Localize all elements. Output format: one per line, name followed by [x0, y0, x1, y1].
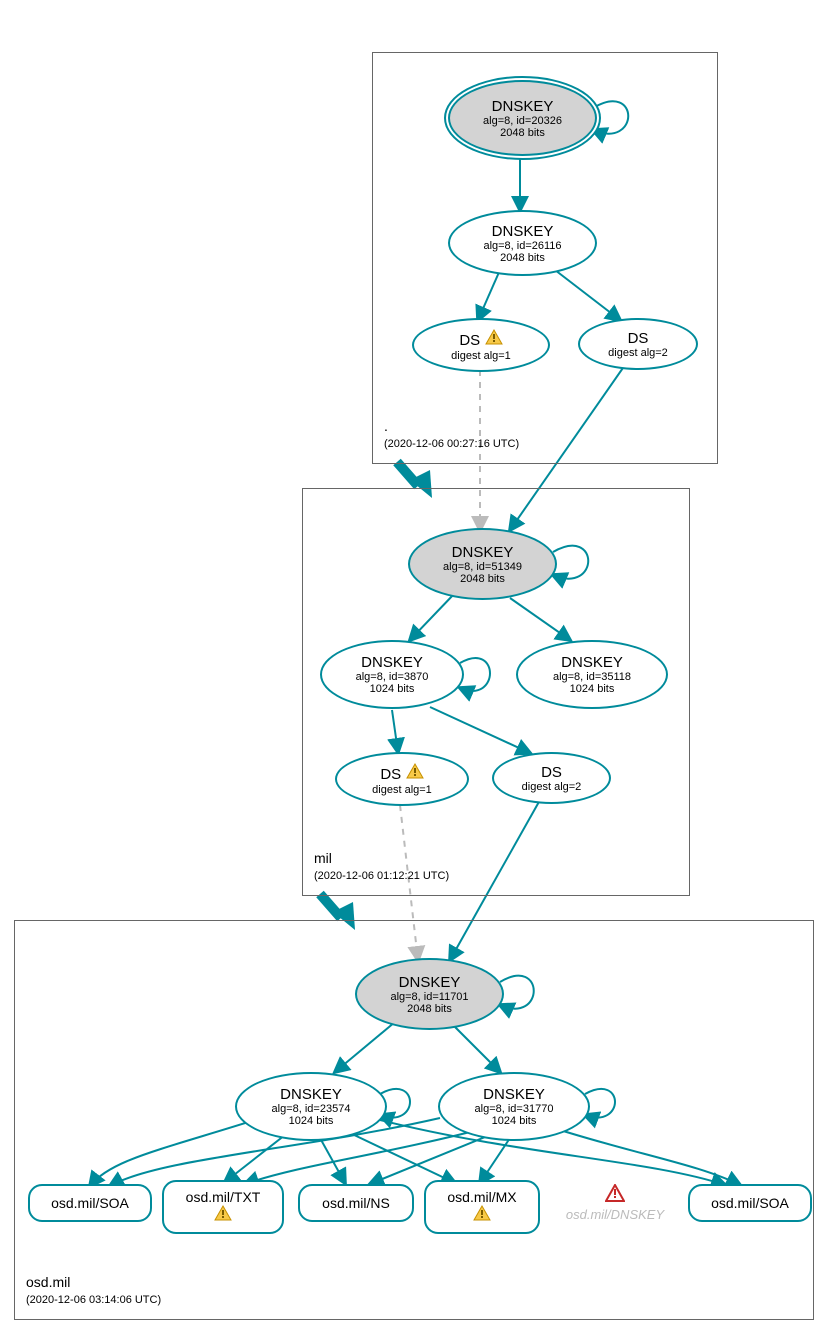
dnskey-alg: alg=8, id=31770: [475, 1103, 554, 1115]
ds-digest: digest alg=1: [451, 350, 511, 362]
zone-osd-time: (2020-12-06 03:14:06 UTC): [26, 1294, 161, 1306]
error-icon: [605, 1184, 625, 1206]
node-rr-soa2: osd.mil/SOA: [688, 1184, 812, 1222]
zone-osd-name: osd.mil: [26, 1274, 70, 1290]
ds-label: DS: [541, 764, 562, 781]
rr-label: osd.mil/NS: [322, 1195, 390, 1211]
dnskey-alg: alg=8, id=35118: [553, 671, 631, 683]
zone-root-time: (2020-12-06 00:27:16 UTC): [384, 438, 519, 450]
warning-icon: [485, 329, 503, 349]
dnskey-label: DNSKEY: [483, 1086, 545, 1103]
dnskey-alg: alg=8, id=3870: [356, 671, 429, 683]
dnskey-alg: alg=8, id=26116: [483, 240, 561, 252]
node-rr-ns: osd.mil/NS: [298, 1184, 414, 1222]
zone-mil-name: mil: [314, 850, 332, 866]
dnskey-label: DNSKEY: [492, 98, 554, 115]
node-root-zsk: DNSKEY alg=8, id=26116 2048 bits: [448, 210, 597, 276]
ds-label: DS: [459, 332, 480, 349]
dnskey-bits: 2048 bits: [500, 127, 545, 139]
dnskey-bits: 1024 bits: [492, 1115, 537, 1127]
node-osd-ksk: DNSKEY alg=8, id=11701 2048 bits: [355, 958, 504, 1030]
warning-icon: [406, 763, 424, 783]
warning-icon: [473, 1205, 491, 1225]
node-mil-ds2: DS digest alg=2: [492, 752, 611, 804]
ds-label: DS: [380, 766, 401, 783]
ds-digest: digest alg=2: [608, 347, 668, 359]
dnskey-bits: 2048 bits: [407, 1003, 452, 1015]
zone-mil-time: (2020-12-06 01:12:21 UTC): [314, 870, 449, 882]
node-mil-zsk1: DNSKEY alg=8, id=3870 1024 bits: [320, 640, 464, 709]
dnskey-label: DNSKEY: [399, 974, 461, 991]
dnskey-alg: alg=8, id=20326: [483, 115, 562, 127]
node-root-ds1: DS digest alg=1: [412, 318, 550, 372]
zone-root-name: .: [384, 418, 388, 434]
dnskey-alg: alg=8, id=51349: [443, 561, 522, 573]
node-mil-ds1: DS digest alg=1: [335, 752, 469, 806]
dnskey-label: DNSKEY: [361, 654, 423, 671]
node-root-ksk: DNSKEY alg=8, id=20326 2048 bits: [448, 80, 597, 156]
node-osd-zsk2: DNSKEY alg=8, id=31770 1024 bits: [438, 1072, 590, 1141]
dnskey-bits: 2048 bits: [460, 573, 505, 585]
dnskey-label: DNSKEY: [452, 544, 514, 561]
dnskey-bits: 2048 bits: [500, 252, 545, 264]
node-rr-mx: osd.mil/MX: [424, 1180, 540, 1234]
dnskey-bits: 1024 bits: [289, 1115, 334, 1127]
dnskey-label: DNSKEY: [280, 1086, 342, 1103]
ds-label: DS: [628, 330, 649, 347]
node-rr-dnskey-ghost: osd.mil/DNSKEY: [555, 1184, 675, 1222]
rr-label: osd.mil/SOA: [51, 1195, 129, 1211]
dnskey-alg: alg=8, id=23574: [272, 1103, 351, 1115]
rr-label: osd.mil/TXT: [186, 1189, 261, 1205]
dnskey-alg: alg=8, id=11701: [390, 991, 468, 1003]
dnskey-bits: 1024 bits: [570, 683, 615, 695]
rr-label: osd.mil/MX: [447, 1189, 516, 1205]
rr-label: osd.mil/SOA: [711, 1195, 789, 1211]
node-mil-zsk2: DNSKEY alg=8, id=35118 1024 bits: [516, 640, 668, 709]
dnskey-label: DNSKEY: [492, 223, 554, 240]
node-rr-soa1: osd.mil/SOA: [28, 1184, 152, 1222]
node-osd-zsk1: DNSKEY alg=8, id=23574 1024 bits: [235, 1072, 387, 1141]
node-rr-txt: osd.mil/TXT: [162, 1180, 284, 1234]
node-mil-ksk: DNSKEY alg=8, id=51349 2048 bits: [408, 528, 557, 600]
warning-icon: [214, 1205, 232, 1225]
node-root-ds2: DS digest alg=2: [578, 318, 698, 370]
dnskey-bits: 1024 bits: [370, 683, 415, 695]
rr-ghost-label: osd.mil/DNSKEY: [555, 1207, 675, 1222]
ds-digest: digest alg=2: [522, 781, 582, 793]
ds-digest: digest alg=1: [372, 784, 432, 796]
dnskey-label: DNSKEY: [561, 654, 623, 671]
